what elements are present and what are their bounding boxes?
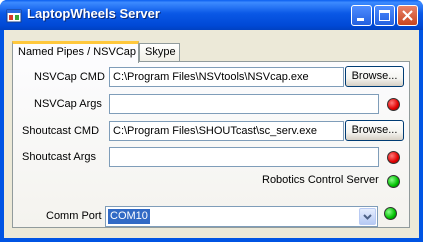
nsvcap-args-input[interactable] (109, 94, 379, 114)
tab-named-pipes[interactable]: Named Pipes / NSVCap (12, 41, 139, 63)
chevron-down-icon (363, 214, 372, 220)
minimize-button[interactable] (351, 5, 372, 26)
app-window-icon[interactable] (6, 8, 22, 24)
robotics-server-label: Robotics Control Server (262, 174, 379, 186)
app-window: LaptopWheels Server Named Pipes / NSVCap… (0, 0, 423, 242)
client-area: Named Pipes / NSVCap Skype NSVCap CMD C:… (4, 30, 419, 238)
shoutcast-args-input[interactable] (109, 147, 379, 167)
maximize-button[interactable] (374, 5, 395, 26)
comm-port-select[interactable]: COM10 (105, 206, 378, 227)
nsvcap-cmd-input[interactable]: C:\Program Files\NSVtools\NSVcap.exe (109, 67, 344, 87)
comm-port-value: COM10 (108, 209, 150, 224)
comm-port-status-indicator (384, 207, 397, 220)
close-icon (402, 10, 413, 21)
shoutcast-browse-button[interactable]: Browse... (345, 120, 404, 141)
comm-port-dropdown-button[interactable] (359, 208, 376, 225)
tab-skype[interactable]: Skype (139, 43, 180, 61)
comm-port-label: Comm Port (46, 210, 102, 222)
nsvcap-status-indicator (387, 98, 400, 111)
nsvcap-args-label: NSVCap Args (34, 98, 102, 110)
minimize-icon (357, 18, 364, 21)
close-button[interactable] (397, 5, 418, 26)
window-title: LaptopWheels Server (27, 6, 160, 21)
shoutcast-args-label: Shoutcast Args (22, 151, 96, 163)
tab-panel-named-pipes: NSVCap CMD C:\Program Files\NSVtools\NSV… (12, 61, 410, 228)
nsvcap-cmd-label: NSVCap CMD (34, 71, 105, 83)
shoutcast-cmd-input[interactable]: C:\Program Files\SHOUTcast\sc_serv.exe (109, 121, 344, 141)
tab-skype-label: Skype (145, 46, 176, 58)
maximize-icon (379, 10, 390, 21)
nsvcap-browse-button[interactable]: Browse... (345, 66, 404, 87)
tab-named-pipes-label: Named Pipes / NSVCap (18, 46, 136, 58)
shoutcast-cmd-label: Shoutcast CMD (22, 125, 100, 137)
shoutcast-status-indicator (387, 151, 400, 164)
title-bar[interactable]: LaptopWheels Server (0, 0, 423, 30)
robotics-status-indicator (387, 175, 400, 188)
